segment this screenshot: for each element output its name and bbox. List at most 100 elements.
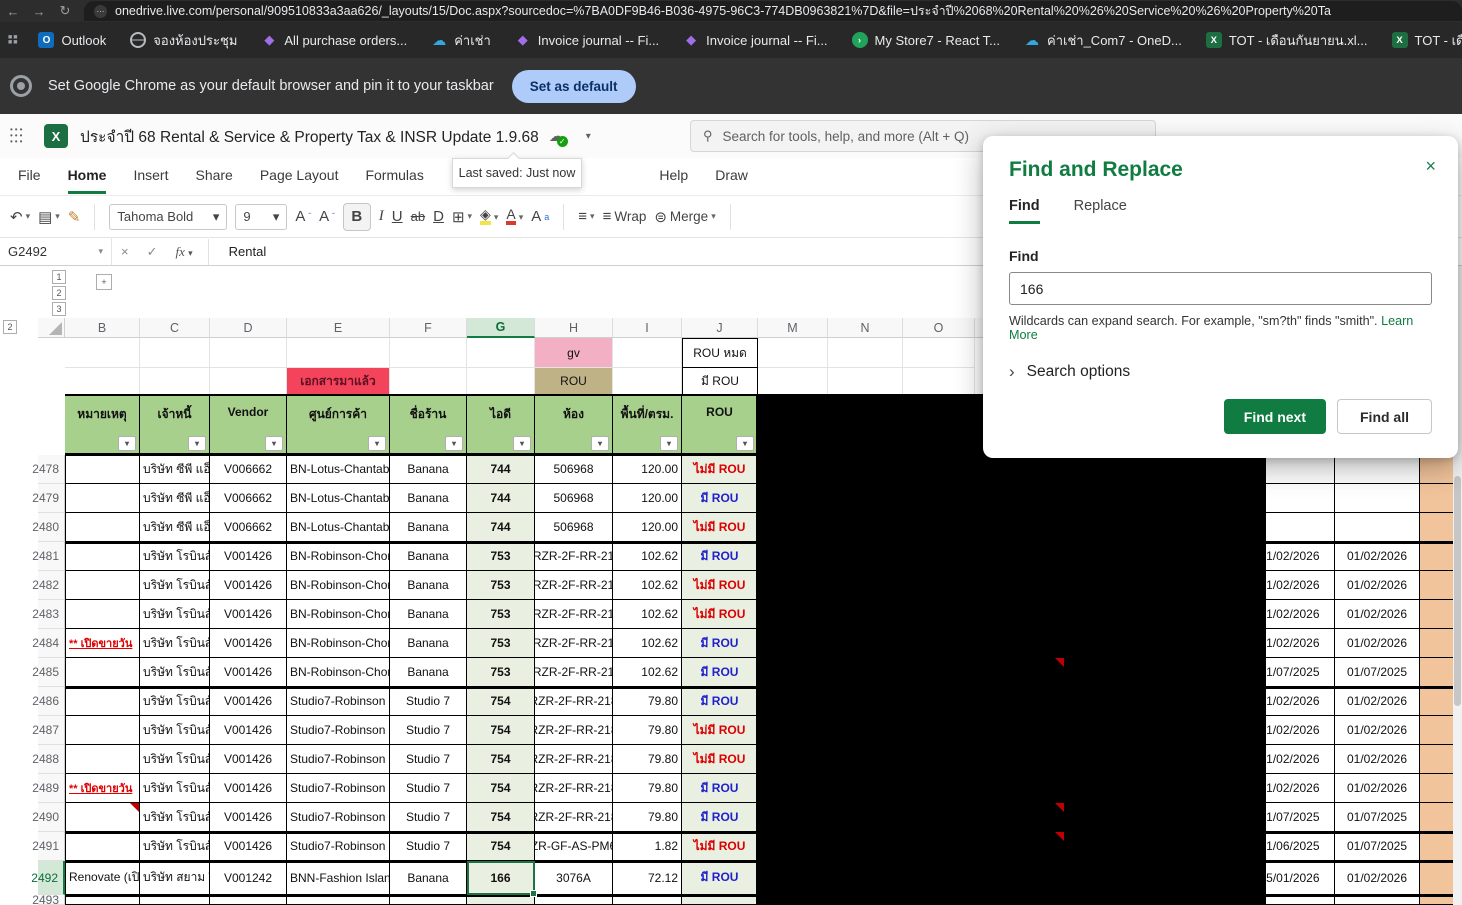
cell-F2483[interactable]: Banana (390, 600, 467, 629)
cell-F2487[interactable]: Studio 7 (390, 716, 467, 745)
cell-F2491[interactable]: Studio 7 (390, 832, 467, 861)
cell-J2481[interactable]: มี ROU (682, 542, 758, 571)
forward-icon[interactable]: → (26, 4, 52, 19)
row-header-2490[interactable]: 2490 (38, 803, 65, 832)
tab-file[interactable]: File (18, 167, 41, 191)
bookmark-item[interactable]: จองห้องประชุม (130, 30, 237, 51)
chevron-down-icon[interactable]: ▾ (586, 131, 591, 142)
cell-B2479[interactable] (65, 484, 140, 513)
tab-share[interactable]: Share (195, 167, 232, 191)
row-header-2482[interactable]: 2482 (38, 571, 65, 600)
paste-button[interactable]: ▤ ▾ (38, 208, 60, 226)
header-e[interactable]: ศูนย์การค้า▾ (287, 395, 390, 455)
cell-I2479[interactable]: 120.00 (613, 484, 682, 513)
cell-B2481[interactable] (65, 542, 140, 571)
cell-G2491[interactable]: 754 (467, 832, 535, 861)
cell-D2484[interactable]: V001426 (210, 629, 287, 658)
search-options-toggle[interactable]: › Search options (1009, 362, 1432, 382)
outline-level-3[interactable]: 3 (52, 302, 66, 316)
cell-H2491[interactable]: ZR-GF-AS-PM6 (535, 832, 613, 861)
cell-J2478[interactable]: ไม่มี ROU (682, 455, 758, 484)
cell-C1[interactable] (140, 338, 210, 368)
filter-button[interactable]: ▾ (265, 436, 283, 451)
tab-help[interactable]: Help (659, 167, 688, 191)
cell-U2490[interactable] (1420, 803, 1455, 832)
cell-H2479[interactable]: 506968 (535, 484, 613, 513)
row-header-2489[interactable]: 2489 (38, 774, 65, 803)
cell-H2490[interactable]: RZR-2F-RR-218 (535, 803, 613, 832)
double-underline-button[interactable]: D (433, 208, 444, 225)
cell-M2[interactable] (758, 368, 828, 395)
cell-C2488[interactable]: บริษัท โรบินส์ (140, 745, 210, 774)
cell-G2493[interactable] (467, 895, 535, 905)
cell-J1[interactable]: ROU หมด (682, 338, 758, 368)
cell-T2490[interactable]: 01/07/2025 (1335, 803, 1420, 832)
tab-replace[interactable]: Replace (1074, 198, 1127, 224)
cell-H2492[interactable]: 3076A (535, 861, 613, 895)
merge-button[interactable]: ⊜Merge ▾ (654, 208, 715, 226)
cell-T2488[interactable]: 01/02/2026 (1335, 745, 1420, 774)
cell-I2489[interactable]: 79.80 (613, 774, 682, 803)
char-effects-button[interactable]: Aa (531, 208, 549, 225)
cell-B2482[interactable] (65, 571, 140, 600)
cell-G2482[interactable]: 753 (467, 571, 535, 600)
cell-G2490[interactable]: 754 (467, 803, 535, 832)
cell-C2493[interactable] (140, 895, 210, 905)
col-header-C[interactable]: C (140, 318, 210, 338)
cell-U2480[interactable] (1420, 513, 1455, 542)
cell-B2484[interactable]: ** เปิดขายวัน (65, 629, 140, 658)
cell-I2483[interactable]: 102.62 (613, 600, 682, 629)
cell-D2487[interactable]: V001426 (210, 716, 287, 745)
cell-I2488[interactable]: 79.80 (613, 745, 682, 774)
cell-I2480[interactable]: 120.00 (613, 513, 682, 542)
cell-T2492[interactable]: 01/02/2026 (1335, 861, 1420, 895)
bookmark-item[interactable]: ◆Invoice journal -- Fi... (515, 32, 659, 48)
header-d[interactable]: Vendor▾ (210, 395, 287, 455)
cell-H2478[interactable]: 506968 (535, 455, 613, 484)
filter-button[interactable]: ▾ (660, 436, 678, 451)
cell-T2484[interactable]: 01/02/2026 (1335, 629, 1420, 658)
header-b[interactable]: หมายเหตุ▾ (65, 395, 140, 455)
cell-T2479[interactable] (1335, 484, 1420, 513)
cell-C2492[interactable]: บริษัท สยาม รี (140, 861, 210, 895)
cell-D2485[interactable]: V001426 (210, 658, 287, 687)
cell-U2492[interactable] (1420, 861, 1455, 895)
cell-B2486[interactable] (65, 687, 140, 716)
filter-button[interactable]: ▾ (736, 436, 754, 451)
cell-H1[interactable]: gv (535, 338, 613, 368)
bookmark-item[interactable]: XTOT - เดือนกันยายน.xl... (1206, 30, 1368, 51)
tab-page-layout[interactable]: Page Layout (260, 167, 339, 191)
col-header-H[interactable]: H (535, 318, 613, 338)
row-header-2481[interactable]: 2481 (38, 542, 65, 571)
cell-E2489[interactable]: Studio7-Robinson C (287, 774, 390, 803)
col-header-F[interactable]: F (390, 318, 467, 338)
cell-N2[interactable] (828, 368, 903, 395)
header-j[interactable]: ROU▾ (682, 395, 758, 455)
col-header-B[interactable]: B (65, 318, 140, 338)
find-input[interactable] (1009, 272, 1432, 305)
filter-button[interactable]: ▾ (368, 436, 386, 451)
col-header-G[interactable]: G (467, 318, 535, 338)
cell-T2491[interactable]: 01/07/2025 (1335, 832, 1420, 861)
bookmark-item[interactable]: ☁ค่าเช่า (431, 30, 491, 51)
cell-F2489[interactable]: Studio 7 (390, 774, 467, 803)
cell-T2486[interactable]: 01/02/2026 (1335, 687, 1420, 716)
cell-J2486[interactable]: มี ROU (682, 687, 758, 716)
cell-D2491[interactable]: V001426 (210, 832, 287, 861)
cell-T2493[interactable] (1335, 895, 1420, 905)
cell-C2479[interactable]: บริษัท ซีพี แอ็ (140, 484, 210, 513)
cell-U2479[interactable] (1420, 484, 1455, 513)
borders-button[interactable]: ⊞ ▾ (452, 208, 472, 226)
cell-B2488[interactable] (65, 745, 140, 774)
cell-D2480[interactable]: V006662 (210, 513, 287, 542)
cell-B2485[interactable] (65, 658, 140, 687)
cell-H2489[interactable]: RZR-2F-RR-218 (535, 774, 613, 803)
cell-G2487[interactable]: 754 (467, 716, 535, 745)
cell-J2484[interactable]: มี ROU (682, 629, 758, 658)
name-box[interactable]: G2492▾ (0, 238, 112, 265)
cell-C2490[interactable]: บริษัท โรบินส์ (140, 803, 210, 832)
cell-J2483[interactable]: ไม่มี ROU (682, 600, 758, 629)
cell-G2488[interactable]: 754 (467, 745, 535, 774)
cell-H2[interactable]: ROU (535, 368, 613, 395)
cell-F2[interactable] (390, 368, 467, 395)
